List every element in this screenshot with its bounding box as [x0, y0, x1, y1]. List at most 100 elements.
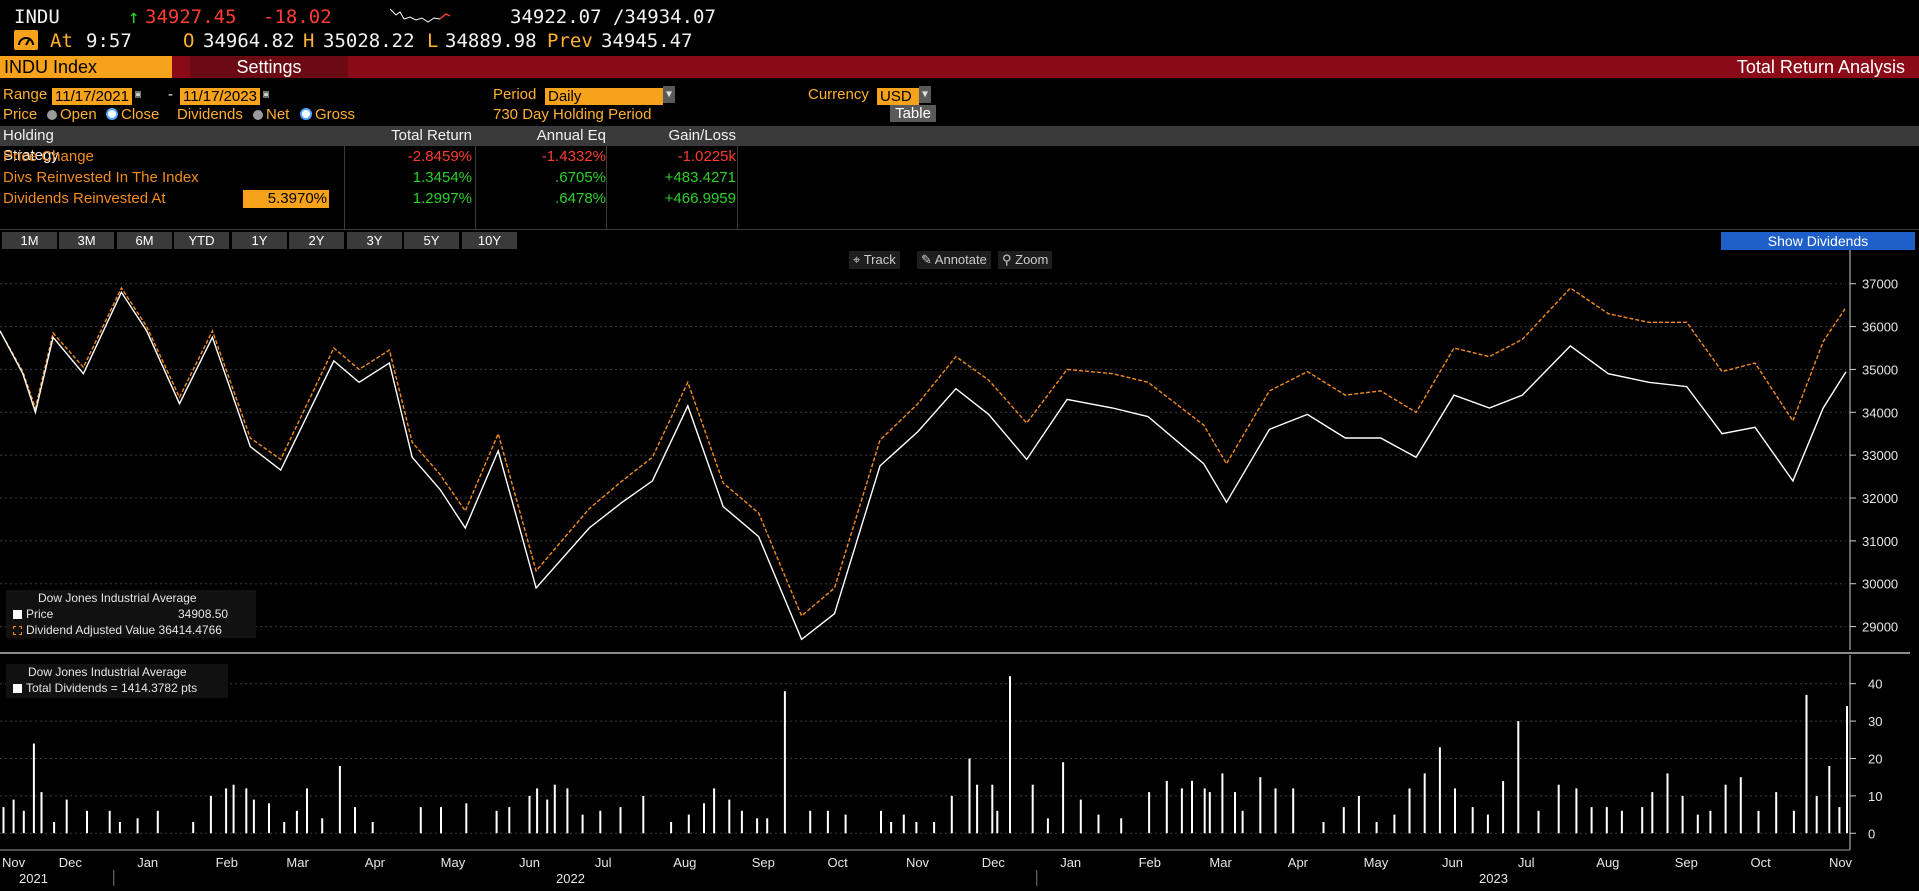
dividend-bar: [968, 758, 971, 834]
track-tool[interactable]: ⌖ Track: [849, 251, 900, 269]
dividend-bar: [12, 799, 15, 834]
dividend-bar: [295, 810, 298, 834]
y-tick-label: 32000: [1862, 491, 1898, 506]
dividend-bar: [306, 788, 308, 834]
dividend-bar: [1165, 780, 1168, 834]
y-tick-label: 34000: [1862, 405, 1898, 420]
dividend-bar: [1792, 810, 1795, 834]
chevron-down-icon[interactable]: ▼: [663, 86, 675, 103]
dividends-label: Dividends: [177, 106, 243, 123]
dividend-bar: [687, 814, 690, 834]
radio-close[interactable]: Close: [103, 106, 159, 124]
period-button-10y[interactable]: 10Y: [462, 232, 517, 249]
total-return-cell: 1.2997%: [412, 190, 472, 207]
legend-price-value: 34908.50: [178, 607, 229, 621]
period-value[interactable]: Daily: [545, 88, 663, 105]
radio-gross[interactable]: Gross: [297, 106, 355, 124]
dividend-bar: [670, 822, 673, 834]
radio-unselected-icon[interactable]: [253, 110, 263, 120]
dividend-bar: [1557, 784, 1560, 834]
low-label: L: [427, 30, 439, 52]
zoom-tool[interactable]: ⚲ Zoom: [998, 251, 1053, 269]
dividend-bar: [1828, 766, 1831, 834]
x-year-label: 2023: [1479, 871, 1508, 886]
range-start-field[interactable]: 11/17/2021 ▣: [52, 86, 144, 105]
y-tick-label: 31000: [1862, 534, 1898, 549]
dividend-bar: [713, 788, 716, 834]
dividend-bar: [156, 810, 159, 834]
table-row[interactable]: Price Change -2.8459% -1.4332% -1.0225k: [0, 147, 740, 167]
range-end-value[interactable]: 11/17/2023: [180, 88, 260, 105]
period-button-3m[interactable]: 3M: [59, 232, 114, 249]
dividend-bar: [756, 818, 759, 834]
chevron-down-icon[interactable]: ▼: [919, 86, 931, 103]
upper-y-axis: 29000 30000 31000 32000 33000 34000 35000 36000…: [1849, 250, 1898, 650]
gain-loss-cell: +483.4271: [664, 169, 736, 186]
dividend-bar: [1846, 706, 1848, 834]
period-button-5y[interactable]: 5Y: [404, 232, 459, 249]
dividend-bar: [1221, 773, 1224, 834]
series-line-dividend-adjusted-value: [0, 286, 1847, 618]
period-select[interactable]: Daily ▼: [545, 86, 675, 105]
open-label: O: [183, 30, 195, 52]
period-button-1m[interactable]: 1M: [2, 232, 57, 249]
chart-area[interactable]: 29000 30000 31000 32000 33000 34000 35000 36000…: [0, 250, 1919, 891]
x-month-label: Nov: [2, 855, 26, 870]
legend-adj-entry: Dividend Adjusted Value 36414.4766: [6, 622, 256, 638]
low-value: 34889.98: [445, 30, 537, 52]
period-button-ytd[interactable]: YTD: [174, 232, 229, 249]
currency-value[interactable]: USD: [877, 88, 919, 105]
dividend-bar: [232, 784, 235, 834]
period-button-1y[interactable]: 1Y: [232, 232, 287, 249]
dividend-bar: [991, 784, 994, 834]
radio-selected-icon[interactable]: [106, 108, 118, 120]
header-holding-strategy: Holding Strategy: [3, 127, 59, 164]
period-button-3y[interactable]: 3Y: [347, 232, 402, 249]
radio-selected-icon[interactable]: [300, 108, 312, 120]
dividend-bar: [1208, 792, 1211, 834]
upper-gridlines: [0, 283, 1846, 628]
dividend-bar: [1393, 814, 1396, 834]
x-month-label: Jun: [519, 855, 540, 870]
calendar-icon[interactable]: ▣: [131, 86, 144, 103]
last-price: 34927.45: [145, 6, 237, 28]
y-tick-label: 29000: [1862, 620, 1898, 635]
dividend-bar: [1423, 773, 1426, 834]
range-end-field[interactable]: 11/17/2023 ▣: [180, 86, 272, 105]
dividend-bar: [1241, 810, 1244, 834]
divider: [0, 229, 1919, 230]
dividend-bar: [766, 818, 769, 834]
currency-select[interactable]: USD ▼: [877, 86, 931, 105]
high-label: H: [303, 30, 315, 52]
radio-open[interactable]: Open: [44, 106, 97, 124]
dividend-bar: [86, 810, 88, 834]
legend-price-entry: Price 34908.50: [6, 606, 256, 622]
dividend-bar: [371, 822, 374, 834]
dividend-bar: [252, 799, 255, 834]
dividend-bar: [53, 822, 56, 834]
sparkline-icon: [390, 8, 451, 23]
prev-value: 34945.47: [601, 30, 693, 52]
gauge-icon[interactable]: [14, 30, 38, 50]
dividend-bar: [1681, 795, 1684, 834]
period-button-6m[interactable]: 6M: [117, 232, 172, 249]
x-month-label: Dec: [59, 855, 83, 870]
show-dividends-button[interactable]: Show Dividends: [1721, 232, 1915, 250]
table-row[interactable]: Dividends Reinvested At 5.3970% 1.2997% …: [0, 189, 740, 209]
radio-net[interactable]: Net: [250, 106, 289, 124]
reinvest-rate-input[interactable]: 5.3970%: [243, 190, 329, 208]
annotate-tool[interactable]: ✎ Annotate: [917, 251, 991, 269]
settings-tab[interactable]: Settings: [190, 56, 348, 78]
dividend-bar: [1408, 788, 1411, 834]
ticker-tab[interactable]: INDU Index: [0, 56, 172, 78]
at-label: At: [50, 30, 73, 52]
radio-unselected-icon[interactable]: [47, 110, 57, 120]
calendar-icon[interactable]: ▣: [259, 86, 272, 103]
dividend-bar: [32, 743, 35, 834]
dividend-bar: [1537, 810, 1540, 834]
range-start-value[interactable]: 11/17/2021: [52, 88, 132, 105]
table-button[interactable]: Table: [890, 105, 936, 122]
period-button-2y[interactable]: 2Y: [289, 232, 344, 249]
x-month-label: Mar: [286, 855, 309, 870]
table-row[interactable]: Divs Reinvested In The Index 1.3454% .67…: [0, 168, 740, 188]
